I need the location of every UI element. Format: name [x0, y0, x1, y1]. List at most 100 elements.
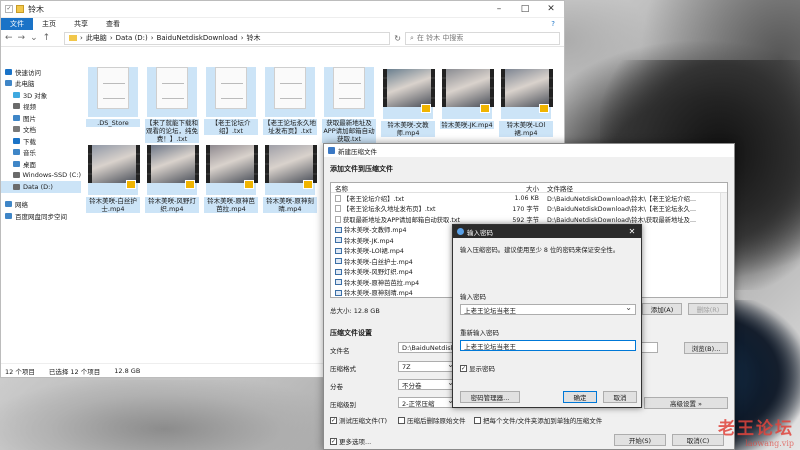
checkbox-checked[interactable]: ✓ [330, 437, 337, 445]
test-archive-checkbox[interactable]: ✓ 测试压缩文件(T) [330, 415, 387, 425]
tab-home[interactable]: 主页 [33, 18, 65, 30]
table-row[interactable]: 【老王论坛介绍】.txt 1.06 KB D:\BaiduNetdiskDownlo… [331, 193, 727, 204]
minimize-button[interactable]: – [486, 4, 512, 14]
format-select[interactable]: 7Z [398, 361, 458, 372]
breadcrumb-this-pc[interactable]: 此电脑 [86, 33, 107, 43]
video-file-icon [335, 226, 342, 233]
file-item[interactable]: 铃木美咲-JK.mp4 [440, 63, 494, 129]
level-select[interactable]: 2-正常压缩 [398, 397, 458, 408]
password-field[interactable]: 上老王论坛当老王 [460, 304, 636, 315]
file-item[interactable]: 铃木美咲-风野灯织.mp4 [145, 139, 199, 213]
search-input[interactable]: ⌕ 在 铃木 中搜索 [405, 31, 560, 45]
address-bar-row: ← → ⌄ ↑ › 此电脑 › Data (D:) › BaiduNetdisk… [1, 30, 564, 47]
sidebar-icon [13, 137, 20, 144]
checkbox-checked[interactable]: ✓ [330, 416, 337, 424]
address-bar[interactable]: › 此电脑 › Data (D:) › BaiduNetdiskDownload… [64, 31, 391, 45]
file-name: 铃木美咲-JK.mp4 [440, 121, 494, 129]
password-titlebar: 输入密码 ✕ [453, 225, 641, 238]
search-icon: ⌕ [410, 33, 414, 42]
file-list-scrollbar[interactable] [720, 193, 727, 297]
sidebar-icon [13, 114, 20, 121]
video-thumbnail [206, 145, 258, 195]
up-icon[interactable]: ↑ [43, 33, 51, 43]
file-item[interactable]: 铃木美咲-白丝护士.mp4 [86, 139, 140, 213]
column-size[interactable]: 大小 [493, 183, 543, 193]
selected-count: 已选择 12 个项目 [48, 367, 101, 376]
properties-icon[interactable]: ✓ [5, 5, 13, 13]
close-icon[interactable]: ✕ [623, 227, 641, 236]
checkbox-unchecked[interactable] [398, 416, 405, 424]
breadcrumb-current[interactable]: 铃木 [247, 33, 261, 43]
sidebar-item-3[interactable]: 图片 [1, 112, 81, 124]
archive-titlebar: 新建压缩文件 [324, 144, 734, 157]
breadcrumb-drive[interactable]: Data (D:) [116, 34, 148, 42]
chevron-down-icon[interactable]: ⌄ [30, 33, 38, 43]
cancel-button[interactable]: 取消(C) [672, 434, 724, 446]
close-button[interactable]: ✕ [538, 4, 564, 14]
file-item[interactable]: 【老王论坛介绍】.txt [204, 63, 258, 135]
maximize-button[interactable]: □ [512, 4, 538, 14]
text-file-icon [265, 67, 315, 117]
ok-button[interactable]: 确定 [563, 391, 597, 403]
video-thumbnail [442, 69, 494, 119]
start-button[interactable]: 开始(S) [614, 434, 666, 446]
sidebar-item-7[interactable]: 桌面 [1, 158, 81, 170]
video-file-icon [335, 247, 342, 254]
file-item[interactable]: 铃木美咲-LOl裙.mp4 [499, 63, 553, 137]
split-select[interactable]: 不分卷 [398, 379, 458, 390]
table-row[interactable]: 获取最新地址及APP请加邮箱自动获取.txt 592 字节 D:\BaiduNetd… [331, 214, 727, 225]
column-name[interactable]: 名称 [331, 183, 493, 193]
sidebar-item-1[interactable]: 3D 对象 [1, 89, 81, 101]
forward-icon[interactable]: → [18, 33, 26, 43]
sidebar-item-2[interactable]: 视频 [1, 101, 81, 113]
sidebar-item-11[interactable]: 百度网盘同步空间 [1, 210, 81, 222]
sidebar-item-9[interactable]: Data (D:) [1, 181, 81, 193]
sidebar-item-0[interactable]: 快速访问 [1, 66, 81, 78]
column-path[interactable]: 文件路径 [543, 183, 727, 193]
computer-icon [5, 80, 12, 87]
sidebar-item-6[interactable]: 音乐 [1, 147, 81, 159]
password-cancel-button[interactable]: 取消 [603, 391, 637, 403]
sidebar-item-10[interactable]: 网络 [1, 199, 81, 211]
breadcrumb-download[interactable]: BaiduNetdiskDownload [157, 34, 238, 42]
sidebar-item-this-pc[interactable]: 此电脑 [1, 78, 81, 90]
file-item[interactable]: 【老王论坛永久地址发布页】.txt [263, 63, 317, 135]
add-button[interactable]: 添加(A) [642, 303, 682, 315]
sidebar-icon [13, 172, 20, 179]
file-item[interactable]: 铃木美咲-文教师.mp4 [381, 63, 435, 137]
browse-button[interactable]: 浏览(B)... [684, 342, 728, 354]
help-icon[interactable]: ? [542, 18, 564, 30]
delete-after-checkbox[interactable]: 压缩后删除原始文件 [398, 415, 466, 425]
table-row[interactable]: 【老王论坛永久地址发布页】.txt 170 字节 D:\BaiduNetdiskDo… [331, 204, 727, 215]
add-files-header: 添加文件到压缩文件 [330, 165, 393, 173]
more-options-checkbox[interactable]: ✓ 更多选项... [330, 436, 371, 446]
tab-view[interactable]: 查看 [97, 18, 129, 30]
file-item[interactable]: 铃木美咲-原神刻晴.mp4 [263, 139, 317, 213]
row-size: 1.06 KB [514, 194, 539, 202]
checkbox-unchecked[interactable] [474, 416, 481, 424]
separate-archives-checkbox[interactable]: 把每个文件/文件夹添加到单独的压缩文件 [474, 415, 602, 425]
file-item[interactable]: .DS_Store [86, 63, 140, 127]
checkbox-checked[interactable]: ✓ [460, 364, 467, 372]
sidebar-icon [5, 68, 12, 75]
sidebar-item-4[interactable]: 文档 [1, 124, 81, 136]
show-password-checkbox[interactable]: ✓ 显示密码 [460, 363, 495, 373]
tab-share[interactable]: 共享 [65, 18, 97, 30]
advanced-settings-button[interactable]: 高级设置 » [644, 397, 728, 409]
file-name: 获取最新地址及APP请加邮箱自动获取.txt [322, 119, 376, 143]
sidebar-icon [13, 149, 20, 156]
reenter-password-field[interactable]: 上老王论坛当老王 [460, 340, 636, 351]
tab-file[interactable]: 文件 [1, 18, 33, 30]
refresh-icon[interactable]: ↻ [394, 34, 401, 43]
sidebar-item-8[interactable]: Windows-SSD (C:) [1, 170, 81, 182]
password-manager-button[interactable]: 密码管理器... [460, 391, 520, 403]
file-item[interactable]: 获取最新地址及APP请加邮箱自动获取.txt [322, 63, 376, 143]
delete-button[interactable]: 删除(R) [688, 303, 728, 315]
file-item[interactable]: 铃木美咲-原神芭芭拉.mp4 [204, 139, 258, 213]
sidebar-item-5[interactable]: 下载 [1, 135, 81, 147]
file-item[interactable]: 【来了就能下载和观看的论坛，纯免费！】.txt [145, 63, 199, 143]
level-label: 压缩级别 [330, 401, 356, 409]
text-file-icon [147, 67, 197, 117]
quick-access-toolbar[interactable]: ✓ [5, 5, 24, 13]
back-icon[interactable]: ← [5, 33, 13, 43]
